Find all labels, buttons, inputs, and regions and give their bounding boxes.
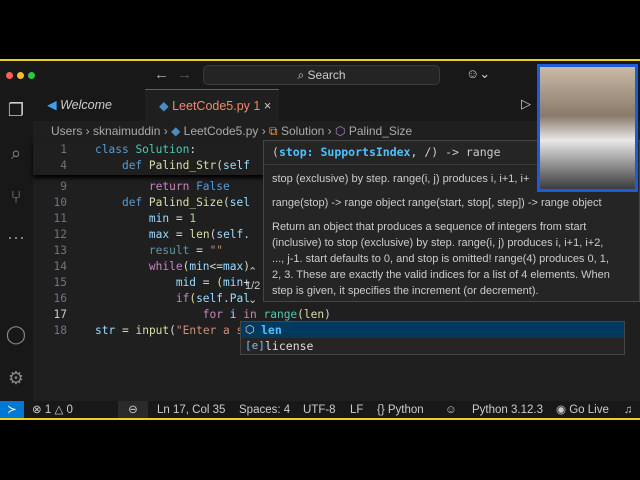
- source-control-icon[interactable]: ⑂: [5, 186, 27, 208]
- variable-icon: [e]: [245, 339, 265, 352]
- chevron-down-icon[interactable]: ⌄: [245, 293, 260, 307]
- account-icon[interactable]: ◯: [5, 323, 27, 345]
- language-mode[interactable]: {} Python: [377, 401, 424, 418]
- line-number: 12: [53, 228, 67, 241]
- bell-icon[interactable]: ♫: [624, 401, 633, 418]
- tab-label: Welcome: [60, 98, 112, 112]
- tab-label: LeetCode5.py: [172, 99, 250, 113]
- back-icon[interactable]: ←: [154, 66, 169, 83]
- breadcrumb-item[interactable]: Users: [51, 124, 82, 138]
- search-icon: ⌕: [297, 68, 308, 82]
- line-number: 15: [53, 276, 67, 289]
- cursor-position[interactable]: Ln 17, Col 35: [157, 401, 225, 418]
- status-bar: ≻ ⊗ 1 △ 0 ⊖ Ln 17, Col 35 Spaces: 4 UTF-…: [0, 401, 640, 418]
- minimize-window-button[interactable]: [17, 72, 24, 79]
- go-live-label: Go Live: [569, 404, 609, 416]
- line-number: 4: [60, 159, 67, 172]
- webcam-overlay: [537, 64, 638, 192]
- breadcrumb-item[interactable]: Solution: [281, 124, 324, 138]
- method-icon: ⬡: [335, 124, 346, 138]
- error-count: 1: [44, 404, 52, 416]
- cube-icon: ⬡: [245, 323, 255, 336]
- line-number: 13: [53, 244, 67, 257]
- line-number: 16: [53, 292, 67, 305]
- explorer-icon[interactable]: ❐: [5, 99, 27, 121]
- sig-paren: (: [272, 145, 279, 159]
- python-file-icon: ◆: [159, 99, 173, 113]
- doc-line: Return an object that produces a sequenc…: [272, 221, 587, 233]
- active-parameter: stop: SupportsIndex: [278, 145, 411, 159]
- copilot-status-icon[interactable]: ☺: [445, 401, 457, 418]
- search-input[interactable]: ⌕ Search: [203, 65, 440, 85]
- sig-rest: , /) -> range: [410, 145, 501, 159]
- breadcrumb-item[interactable]: Palind_Size: [349, 124, 412, 138]
- doc-line: step is given, it specifies the incremen…: [272, 285, 539, 297]
- breadcrumb-item[interactable]: LeetCode5.py: [184, 124, 259, 138]
- line-number: 10: [53, 196, 67, 209]
- class-icon: ⧉: [269, 124, 278, 138]
- gear-icon[interactable]: ⚙: [5, 367, 27, 389]
- zoom-window-button[interactable]: [28, 72, 35, 79]
- line-ending[interactable]: LF: [350, 401, 363, 418]
- remote-icon[interactable]: ≻: [0, 401, 24, 418]
- suggestion-item[interactable]: [e] license: [241, 338, 624, 354]
- encoding[interactable]: UTF-8: [303, 401, 336, 418]
- more-icon[interactable]: ⋯: [5, 227, 27, 249]
- line-number: 11: [53, 212, 67, 225]
- search-icon[interactable]: ⌕: [5, 142, 27, 164]
- line-number: 9: [60, 180, 67, 193]
- tab-leetcode5[interactable]: ◆ LeetCode5.py 1 ×: [145, 89, 279, 121]
- line-number: 17: [53, 308, 67, 321]
- forward-icon[interactable]: →: [177, 66, 192, 83]
- overload-counter: 1/2: [245, 280, 261, 292]
- vscode-icon: ◀: [47, 98, 61, 112]
- parameter-hint-nav: ⌃ 1/2 ⌄: [245, 265, 260, 307]
- doc-line: 2, 3. These are exactly the valid indice…: [272, 269, 610, 281]
- language-label: Python: [387, 404, 424, 416]
- indentation[interactable]: Spaces: 4: [239, 401, 290, 418]
- suggestion-item[interactable]: ⬡ len: [241, 322, 624, 338]
- zoom-icon[interactable]: ⊖: [118, 401, 148, 418]
- doc-line: (inclusive) to stop (exclusive) by step.…: [272, 237, 604, 249]
- go-live-button[interactable]: ◉ Go Live: [556, 401, 609, 418]
- doc-line: range(stop) -> range object range(start,…: [272, 197, 602, 209]
- tab-welcome[interactable]: ◀ Welcome: [33, 89, 145, 121]
- warning-count: 0: [66, 404, 73, 416]
- python-interpreter[interactable]: Python 3.12.3: [472, 401, 543, 418]
- python-file-icon: ◆: [171, 124, 181, 138]
- doc-line: ..., j-1. start defaults to 0, and stop …: [272, 253, 609, 265]
- run-icon[interactable]: ▷: [521, 96, 531, 112]
- copilot-icon[interactable]: ☺⌄: [466, 66, 490, 82]
- line-number: 14: [53, 260, 67, 273]
- suggest-widget: ⬡ len [e] license: [240, 321, 625, 355]
- line-number: 18: [53, 324, 67, 337]
- breadcrumb-item[interactable]: sknaimuddin: [93, 124, 160, 138]
- line-number: 1: [60, 143, 67, 156]
- close-window-button[interactable]: [6, 72, 13, 79]
- problems-indicator[interactable]: ⊗ 1 △ 0: [32, 401, 73, 418]
- close-icon[interactable]: ×: [264, 99, 271, 113]
- activity-bar: ❐ ⌕ ⑂ ⋯ ◯ ⚙: [0, 89, 33, 402]
- suggestion-label: len: [261, 323, 282, 337]
- chevron-up-icon[interactable]: ⌃: [245, 265, 260, 279]
- problem-count-badge: 1: [253, 99, 261, 113]
- search-label: Search: [307, 68, 346, 82]
- suggestion-label: license: [265, 339, 314, 353]
